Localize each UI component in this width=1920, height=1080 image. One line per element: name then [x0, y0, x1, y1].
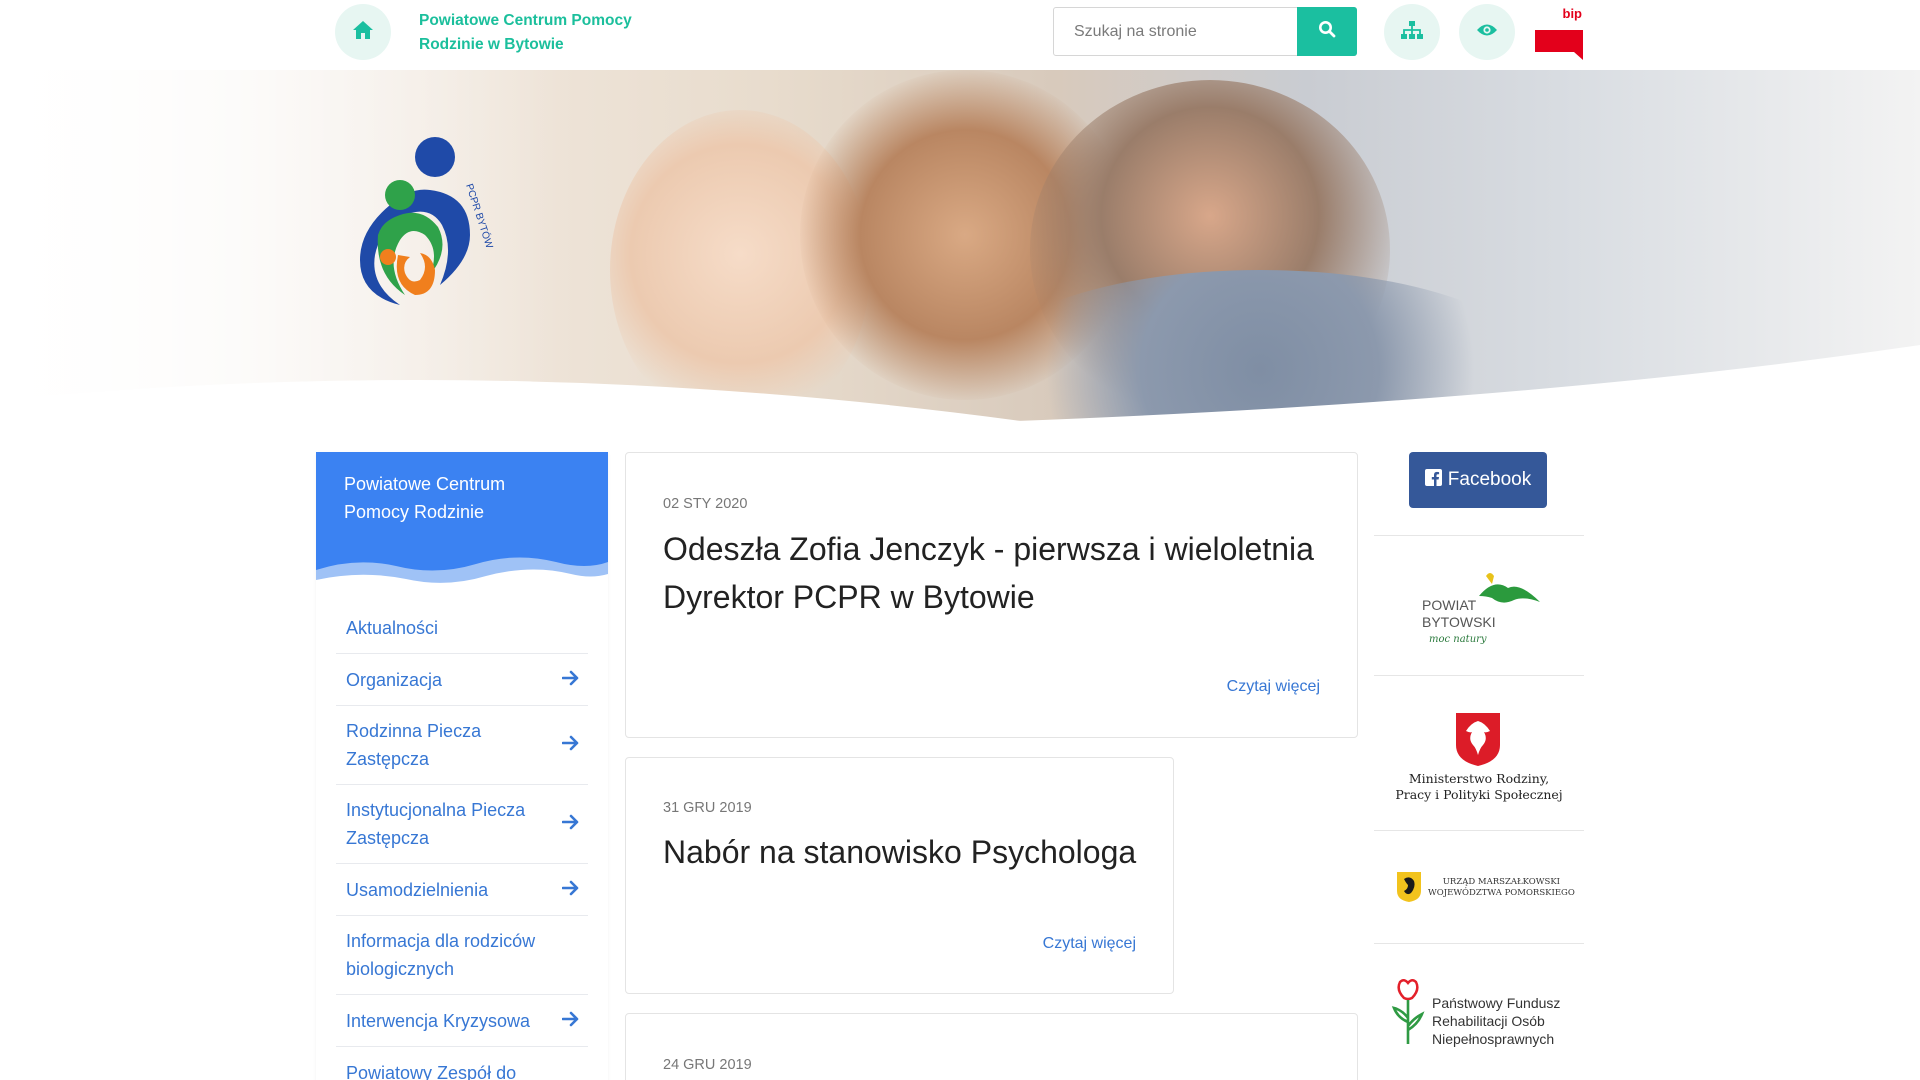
hero-banner: [0, 70, 1920, 425]
facebook-button[interactable]: Facebook: [1409, 452, 1547, 508]
top-bar: Powiatowe Centrum Pomocy Rodzinie w Byto…: [0, 0, 1920, 70]
partner-line: Rehabilitacji Osób: [1432, 1013, 1545, 1029]
sidebar-item-label: Powiatowy Zespół do: [346, 1063, 517, 1080]
search-input[interactable]: [1054, 8, 1297, 55]
sidebar-item-aktualnosci[interactable]: Aktualności: [336, 602, 588, 654]
news-date: 02 STY 2020: [663, 496, 748, 512]
sidebar-item-label: Rodzinna Piecza Zastępcza: [346, 721, 482, 769]
sidebar-nav: Aktualności Organizacja Rodzinna Piecza …: [336, 602, 588, 1080]
news-card: 31 GRU 2019 Nabór na stanowisko Psycholo…: [625, 757, 1174, 994]
partner-tagline: moc natury: [1429, 634, 1487, 645]
sidebar-wave: [316, 557, 608, 592]
arrow-right-icon: [561, 1007, 580, 1035]
news-title[interactable]: Nabór na stanowisko Psychologa: [663, 828, 1163, 876]
sidebar-item-informacja-dla-rodzicow[interactable]: Informacja dla rodziców biologicznych: [336, 916, 588, 995]
hero-wave: [0, 345, 1920, 425]
partner-ministerstwo[interactable]: Ministerstwo Rodziny, Pracy i Polityki S…: [1374, 675, 1584, 829]
news-card: 24 GRU 2019: [625, 1013, 1358, 1080]
search-form: [1053, 7, 1357, 56]
sidebar-item-organizacja[interactable]: Organizacja: [336, 654, 588, 706]
search-button[interactable]: [1297, 7, 1357, 56]
sidebar-item-rodzinna-piecza[interactable]: Rodzinna Piecza Zastępcza: [336, 706, 588, 785]
sidebar-item-interwencja-kryzysowa[interactable]: Interwencja Kryzysowa: [336, 995, 588, 1047]
sidebar-header: Powiatowe Centrum Pomocy Rodzinie: [316, 452, 608, 592]
partner-line: Niepełnosprawnych: [1432, 1031, 1555, 1047]
site-title[interactable]: Powiatowe Centrum Pomocy Rodzinie w Byto…: [419, 9, 679, 57]
arrow-right-icon: [561, 810, 580, 838]
sidebar-item-instytucjonalna-piecza[interactable]: Instytucjonalna Piecza Zastępcza: [336, 785, 588, 864]
partner-line: BYTOWSKI: [1422, 614, 1496, 630]
bip-link[interactable]: bip: [1534, 4, 1584, 60]
arrow-right-icon: [561, 731, 580, 759]
partner-line: URZĄD MARSZAŁKOWSKI: [1442, 877, 1561, 887]
news-date: 24 GRU 2019: [663, 1057, 752, 1073]
partner-line: Państwowy Fundusz: [1432, 995, 1561, 1011]
arrow-right-icon: [561, 666, 580, 694]
sidebar-menu: Powiatowe Centrum Pomocy Rodzinie Aktual…: [316, 452, 608, 1080]
facebook-label: Facebook: [1447, 469, 1532, 490]
sidebar-item-usamodzielnienia[interactable]: Usamodzielnienia: [336, 864, 588, 916]
accessibility-button[interactable]: [1459, 4, 1515, 60]
arrow-right-icon: [561, 876, 580, 904]
read-more-link[interactable]: Czytaj więcej: [1227, 678, 1320, 696]
sidebar-item-powiatowy-zespol[interactable]: Powiatowy Zespół do: [336, 1047, 588, 1080]
facebook-icon: [1424, 468, 1442, 492]
read-more-link[interactable]: Czytaj więcej: [1043, 935, 1136, 953]
partner-line: Pracy i Polityki Społecznej: [1395, 787, 1563, 802]
news-card: 02 STY 2020 Odeszła Zofia Jenczyk - pier…: [625, 452, 1358, 738]
partner-powiat-bytowski[interactable]: POWIAT BYTOWSKI moc natury: [1374, 535, 1584, 674]
sitemap-button[interactable]: [1384, 4, 1440, 60]
partner-line: Ministerstwo Rodziny,: [1408, 771, 1550, 786]
sitemap-icon: [1400, 20, 1424, 45]
sidebar-item-label: Aktualności: [346, 617, 439, 638]
news-title[interactable]: Odeszła Zofia Jenczyk - pierwsza i wielo…: [663, 525, 1343, 621]
sidebar-item-label: Instytucjonalna Piecza Zastępcza: [346, 800, 526, 848]
sidebar-item-label: Informacja dla rodziców biologicznych: [346, 931, 536, 979]
partner-urzad-marszalkowski[interactable]: URZĄD MARSZAŁKOWSKI WOJEWÓDZTWA POMORSKI…: [1374, 830, 1584, 942]
pcpr-logo[interactable]: PCPR BYTÓW: [330, 135, 500, 310]
sidebar-title: Powiatowe Centrum Pomocy Rodzinie: [344, 474, 506, 522]
partner-line: WOJEWÓDZTWA POMORSKIEGO: [1428, 888, 1575, 898]
partner-pfron[interactable]: Państwowy Fundusz Rehabilitacji Osób Nie…: [1374, 943, 1584, 1078]
bip-label: bip: [1562, 6, 1583, 21]
home-button[interactable]: [335, 4, 391, 60]
sidebar-item-label: Interwencja Kryzysowa: [346, 1010, 531, 1031]
search-icon: [1318, 20, 1336, 43]
sidebar-item-label: Usamodzielnienia: [346, 879, 489, 900]
home-icon: [352, 20, 374, 45]
news-date: 31 GRU 2019: [663, 800, 752, 816]
sidebar-item-label: Organizacja: [346, 669, 443, 690]
eye-icon: [1476, 22, 1498, 43]
partner-line: POWIAT: [1422, 597, 1477, 613]
